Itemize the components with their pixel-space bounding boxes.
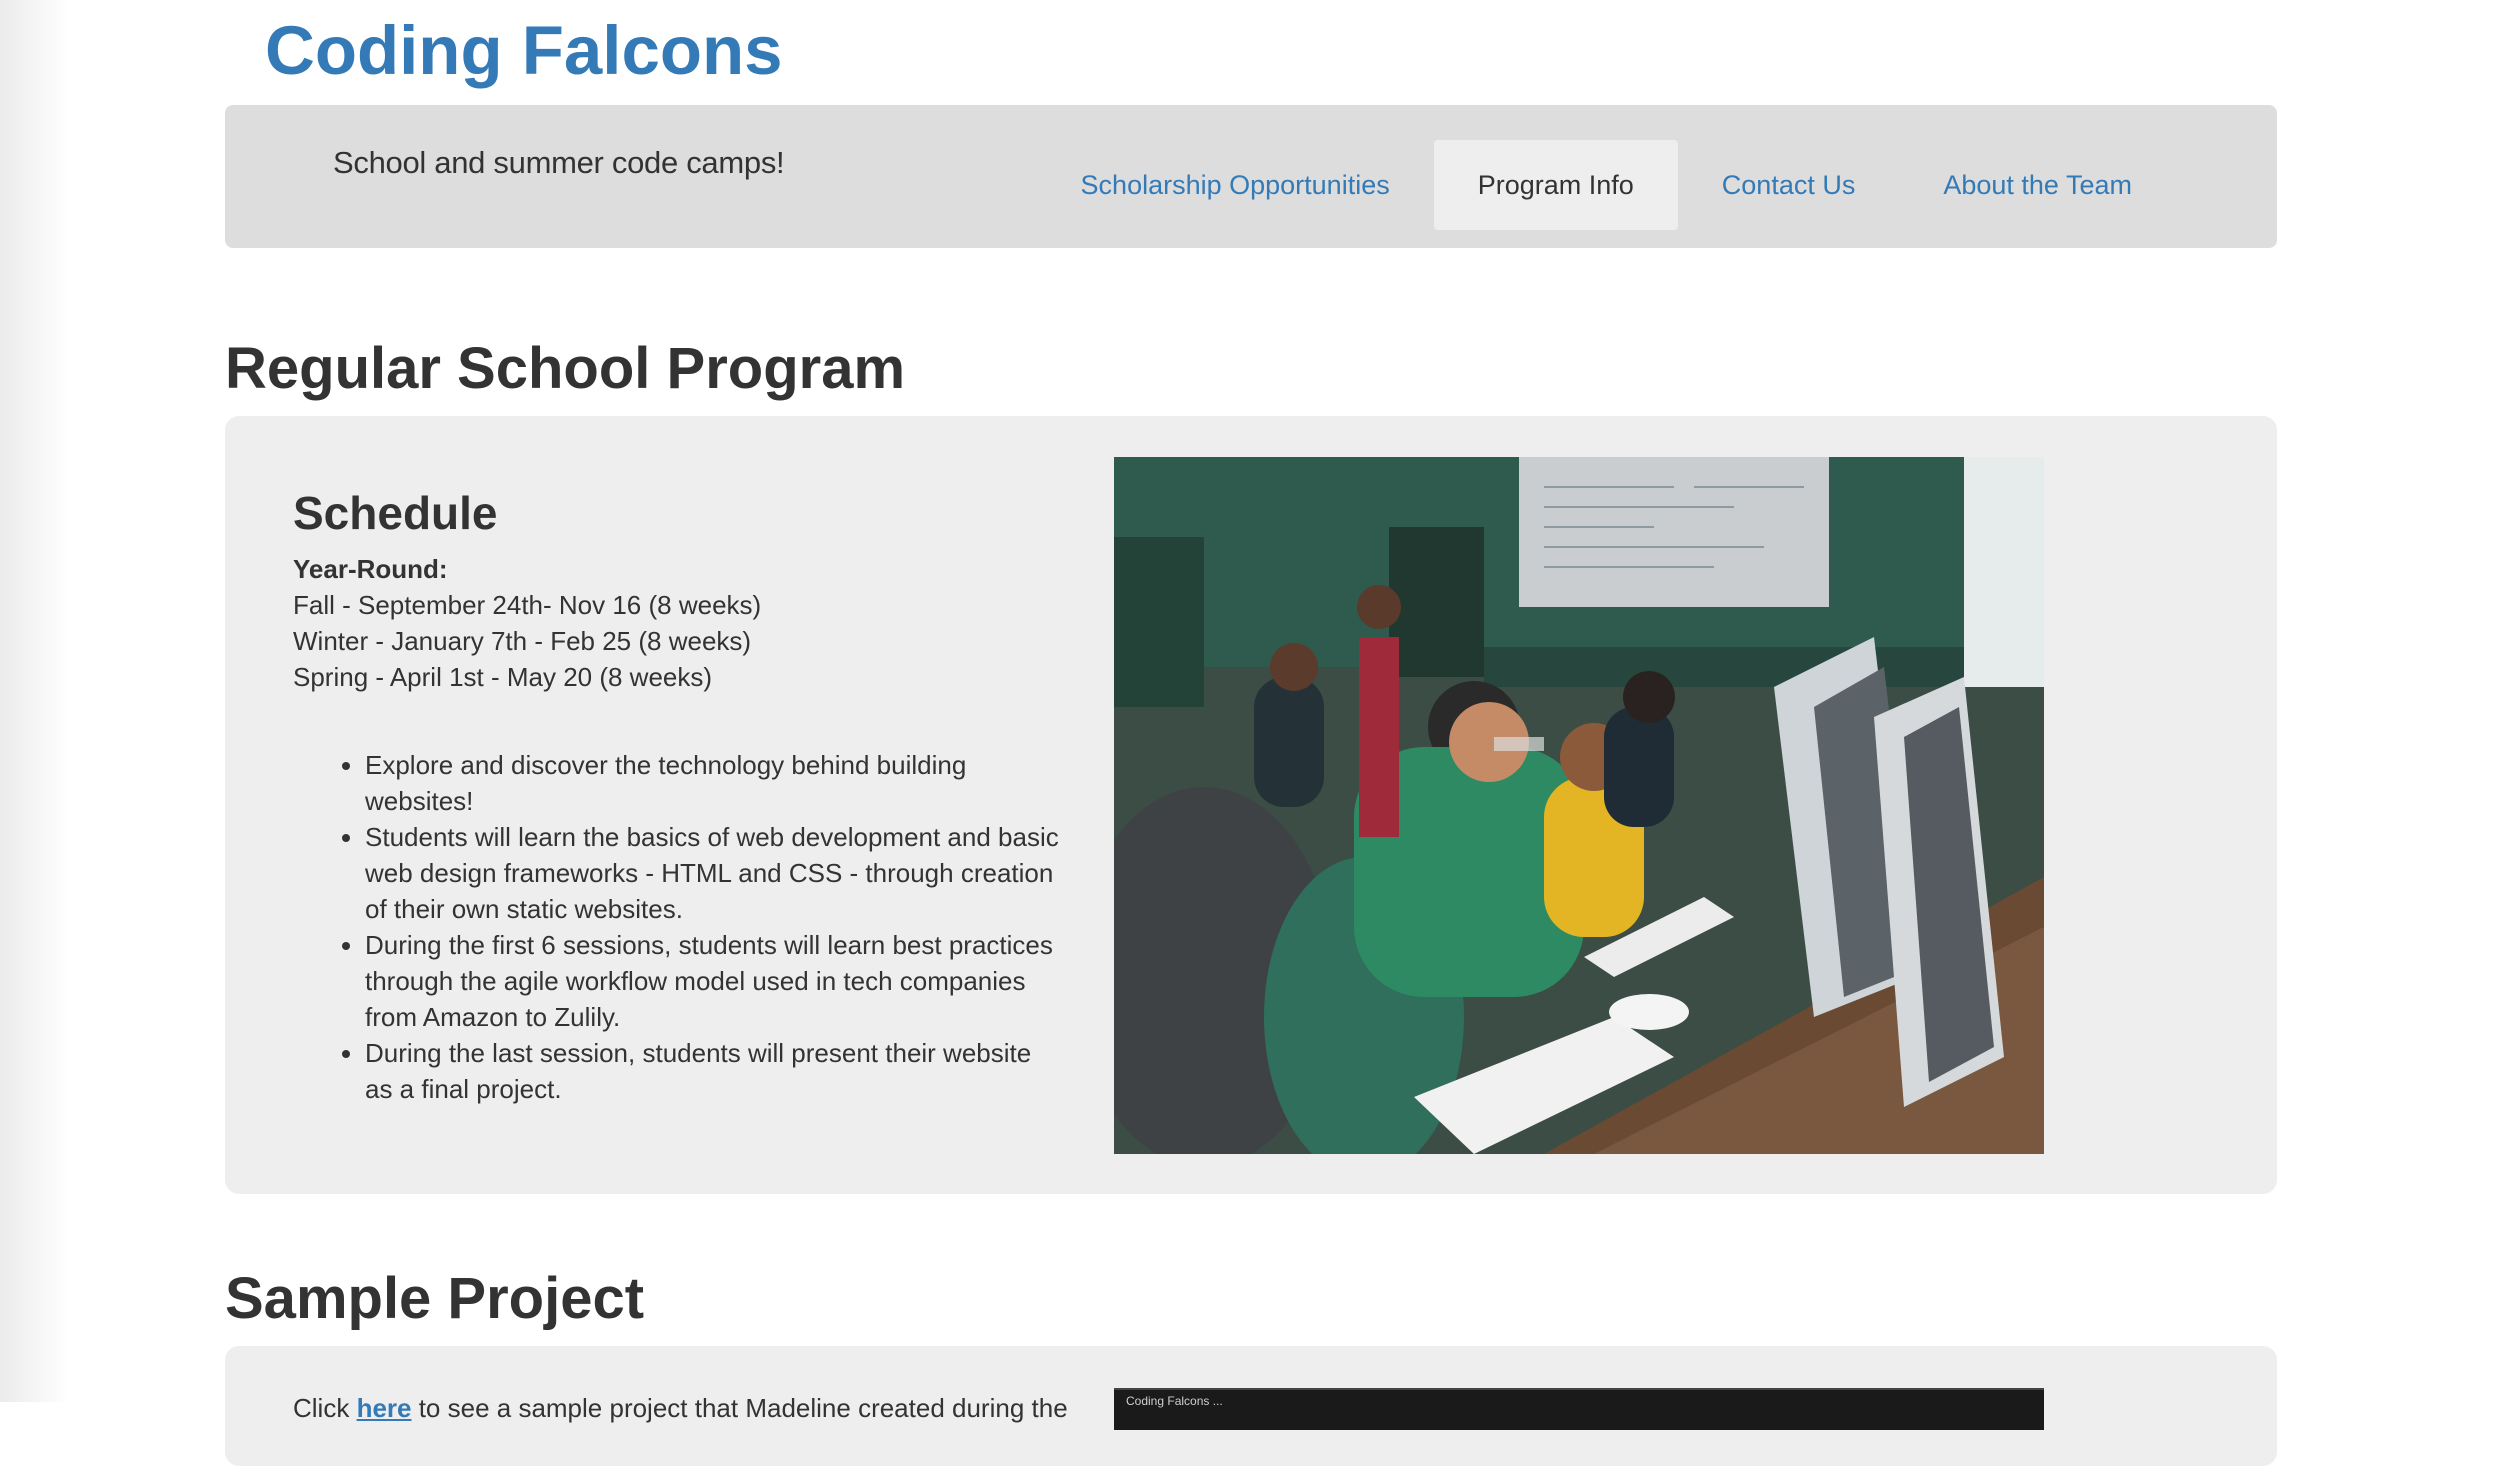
site-tagline: School and summer code camps! — [333, 145, 785, 180]
nav-link-about-the-team[interactable]: About the Team — [1899, 140, 2176, 230]
sample-project-text-before: Click — [293, 1393, 357, 1423]
regular-program-text: Schedule Year-Round: Fall - September 24… — [293, 488, 1063, 1107]
list-item: Students will learn the basics of web de… — [365, 819, 1063, 927]
schedule-spring: Spring - April 1st - May 20 (8 weeks) — [293, 661, 713, 692]
sample-project-text-after: to see a sample project that Madeline cr… — [411, 1393, 1068, 1423]
sample-project-link[interactable]: here — [357, 1393, 412, 1423]
regular-program-panel: Schedule Year-Round: Fall - September 24… — [225, 416, 2277, 1194]
nav-link-contact-us[interactable]: Contact Us — [1678, 140, 1900, 230]
schedule-winter: Winter - January 7th - Feb 25 (8 weeks) — [293, 625, 752, 656]
list-item: During the first 6 sessions, students wi… — [365, 927, 1063, 1035]
sample-project-panel: Click here to see a sample project that … — [225, 1346, 2277, 1466]
nav-link-program-info[interactable]: Program Info — [1433, 140, 1678, 230]
classroom-photo-illustration — [1114, 457, 2044, 1154]
regular-program-heading: Regular School Program — [225, 336, 906, 401]
sample-project-video[interactable]: Coding Falcons ... — [1114, 1388, 2044, 1430]
video-title: Coding Falcons ... — [1126, 1394, 1223, 1408]
sample-project-text: Click here to see a sample project that … — [293, 1390, 1093, 1426]
list-item: Explore and discover the technology behi… — [365, 747, 1063, 819]
site-brand-title[interactable]: Coding Falcons — [265, 10, 783, 93]
top-navbar: School and summer code camps! Scholarshi… — [225, 105, 2277, 248]
classroom-photo — [1114, 457, 2044, 1154]
list-item: During the last session, students will p… — [365, 1035, 1063, 1107]
schedule-fall: Fall - September 24th- Nov 16 (8 weeks) — [293, 589, 762, 620]
nav-link-scholarship-opportunities[interactable]: Scholarship Opportunities — [1037, 140, 1434, 230]
year-round-label: Year-Round: — [293, 553, 448, 584]
program-features-list: Explore and discover the technology behi… — [293, 747, 1063, 1107]
nav-links: Scholarship Opportunities Program Info C… — [1037, 140, 2176, 230]
schedule-heading: Schedule — [293, 487, 498, 539]
page-edge-shadow — [0, 0, 70, 1402]
sample-project-heading: Sample Project — [225, 1266, 645, 1331]
